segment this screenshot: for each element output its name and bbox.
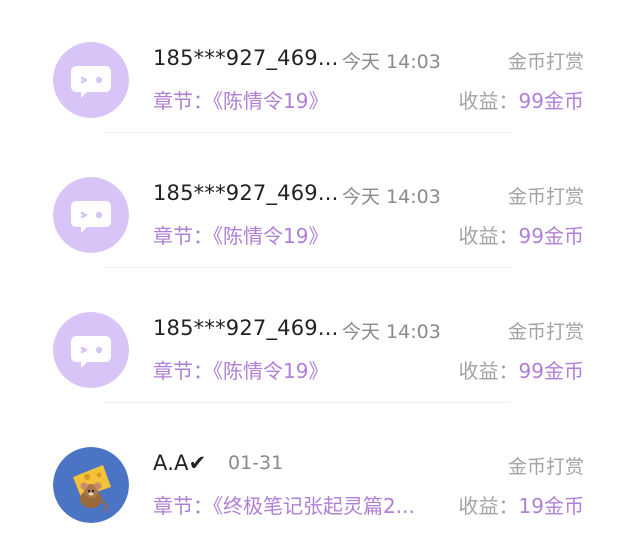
earnings-label: 收益： <box>458 224 519 248</box>
earnings: 收益：99金币 <box>459 85 584 114</box>
earnings-label: 收益： <box>458 359 519 383</box>
reward-time: 今天 14:03 <box>342 51 441 73</box>
divider <box>104 132 510 133</box>
reward-records-list: 185***927_469... 今天 14:03 金币打赏 章节：《陈情令19… <box>0 0 640 540</box>
chat-bubble-wink-icon <box>53 42 129 118</box>
avatar[interactable] <box>53 447 129 523</box>
earnings: 收益：99金币 <box>459 355 584 384</box>
earnings: 收益：19金币 <box>459 490 584 519</box>
list-item[interactable]: A.A✔ 01-31 金币打赏 章节：《终极笔记张起灵篇2... 收益：19金币 <box>0 405 640 540</box>
user-name: A.A✔ <box>153 451 207 475</box>
earnings-label: 收益： <box>458 494 519 518</box>
earnings-value: 99金币 <box>518 224 584 248</box>
avatar[interactable] <box>53 177 129 253</box>
earnings-value: 99金币 <box>518 89 584 113</box>
reward-time: 今天 14:03 <box>342 321 441 343</box>
user-name: 185***927_469... <box>153 316 339 340</box>
earnings-value: 99金币 <box>518 359 584 383</box>
reward-type: 金币打赏 <box>507 456 584 478</box>
list-item[interactable]: 185***927_469... 今天 14:03 金币打赏 章节：《陈情令19… <box>0 135 640 270</box>
reward-type: 金币打赏 <box>507 186 584 208</box>
user-name: 185***927_469... <box>153 46 339 70</box>
chapter-link[interactable]: 章节：《陈情令19》 <box>153 85 453 114</box>
reward-time: 今天 14:03 <box>342 186 441 208</box>
chapter-link[interactable]: 章节：《陈情令19》 <box>153 355 453 384</box>
divider <box>104 402 510 403</box>
earnings: 收益：99金币 <box>459 220 584 249</box>
chat-bubble-wink-icon <box>53 312 129 388</box>
cartoon-mouse-avatar-icon <box>53 447 129 523</box>
chapter-link[interactable]: 章节：《终极笔记张起灵篇2... <box>153 490 453 519</box>
chapter-link[interactable]: 章节：《陈情令19》 <box>153 220 453 249</box>
reward-time: 01-31 <box>228 452 284 474</box>
reward-type: 金币打赏 <box>507 321 584 343</box>
list-item[interactable]: 185***927_469... 今天 14:03 金币打赏 章节：《陈情令19… <box>0 270 640 405</box>
avatar[interactable] <box>53 42 129 118</box>
avatar[interactable] <box>53 312 129 388</box>
chat-bubble-wink-icon <box>53 177 129 253</box>
earnings-value: 19金币 <box>518 494 584 518</box>
earnings-label: 收益： <box>458 89 519 113</box>
list-item[interactable]: 185***927_469... 今天 14:03 金币打赏 章节：《陈情令19… <box>0 0 640 135</box>
reward-type: 金币打赏 <box>507 51 584 73</box>
divider <box>104 267 510 268</box>
user-name: 185***927_469... <box>153 181 339 205</box>
